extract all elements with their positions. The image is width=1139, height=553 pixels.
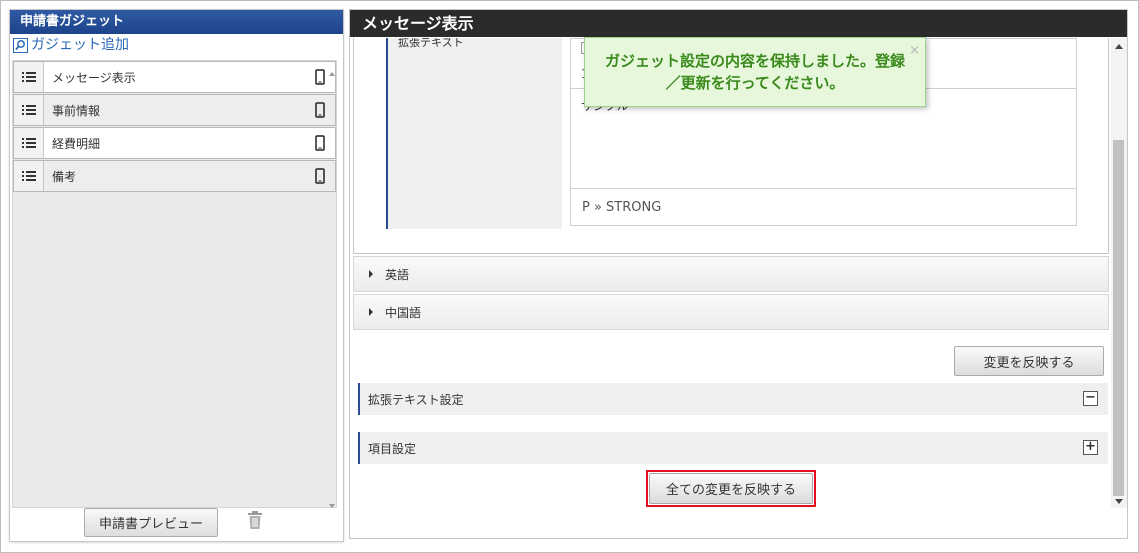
save-notification-toast: ガジェット設定の内容を保持しました。登録／更新を行ってください。 × xyxy=(584,37,926,107)
gadget-item-label: 備考 xyxy=(52,169,77,184)
gadget-item-label: メッセージ表示 xyxy=(44,62,305,92)
collapse-icon[interactable]: − xyxy=(1083,391,1098,406)
expand-arrow-icon xyxy=(369,308,373,316)
settings-panel-title: メッセージ表示 xyxy=(350,10,1127,37)
accordion-label: 中国語 xyxy=(385,305,422,320)
gadget-item-label: 経費明細 xyxy=(44,128,305,158)
field-label-column: 拡張テキスト xyxy=(386,38,562,229)
gadget-item-expense-detail[interactable]: 経費明細 xyxy=(13,127,336,159)
gadget-item-message[interactable]: メッセージ表示 xyxy=(13,61,336,93)
preview-button[interactable]: 申請書プレビュー xyxy=(84,508,218,537)
drag-handle-icon[interactable] xyxy=(14,128,44,158)
expand-icon[interactable]: + xyxy=(1083,440,1098,455)
expand-arrow-icon xyxy=(369,270,373,278)
accordion-english[interactable]: 英語 xyxy=(353,256,1109,292)
trash-icon[interactable] xyxy=(246,510,264,530)
add-gadget-link[interactable]: ガジェット追加 xyxy=(10,34,343,56)
accordion-chinese[interactable]: 中国語 xyxy=(353,294,1109,330)
search-icon xyxy=(13,37,28,53)
gadget-item-label: 事前情報 xyxy=(52,103,101,118)
gadget-item-remarks[interactable]: 備考 xyxy=(13,160,336,192)
drag-handle-icon[interactable] xyxy=(14,95,44,125)
gadget-panel-title: 申請書ガジェット xyxy=(10,10,343,34)
scroll-thumb[interactable] xyxy=(1113,140,1124,496)
add-gadget-label: ガジェット追加 xyxy=(31,37,129,53)
toast-message: ガジェット設定の内容を保持しました。登録／更新を行ってください。 xyxy=(604,52,905,92)
gadget-list: メッセージ表示 事前情報 経費明細 備考 xyxy=(12,60,337,508)
drag-handle-icon[interactable] xyxy=(14,62,44,92)
section-item-settings[interactable]: 項目設定 + xyxy=(358,432,1108,464)
apply-changes-button[interactable]: 変更を反映する xyxy=(954,346,1104,376)
field-label: 拡張テキスト xyxy=(398,38,464,49)
gadget-item-prior-info[interactable]: 事前情報 xyxy=(13,94,336,126)
apply-all-changes-button[interactable]: 全ての変更を反映する xyxy=(649,473,813,504)
section-label: 拡張テキスト設定 xyxy=(368,392,464,407)
scroll-up-icon[interactable] xyxy=(1115,44,1123,49)
drag-handle-icon[interactable] xyxy=(14,161,44,191)
scroll-down-icon[interactable] xyxy=(1115,499,1123,504)
settings-scrollbar[interactable] xyxy=(1111,38,1127,508)
highlight-box: 全ての変更を反映する xyxy=(646,470,816,507)
scroll-down-icon[interactable] xyxy=(329,504,335,508)
close-icon[interactable]: × xyxy=(909,40,920,62)
accordion-label: 英語 xyxy=(385,267,410,282)
gadget-list-scrollbar[interactable] xyxy=(328,62,336,508)
section-label: 項目設定 xyxy=(368,441,417,456)
section-extended-text-settings[interactable]: 拡張テキスト設定 − xyxy=(358,383,1108,415)
editor-element-path: P » STRONG xyxy=(582,200,662,215)
scroll-up-icon[interactable] xyxy=(329,72,335,76)
gadget-panel: 申請書ガジェット ガジェット追加 メッセージ表示 事前情報 経費明細 備考 申請… xyxy=(9,9,344,542)
